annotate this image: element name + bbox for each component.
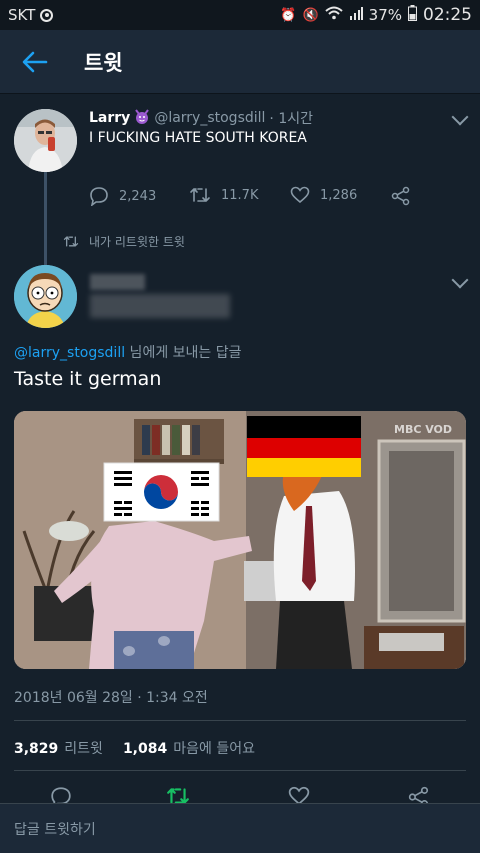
battery-icon bbox=[408, 5, 417, 25]
chevron-down-icon[interactable] bbox=[451, 271, 469, 289]
user-name[interactable]: Larry bbox=[89, 110, 130, 126]
back-button[interactable] bbox=[0, 30, 70, 94]
tweet-media[interactable]: MBC VOD bbox=[14, 411, 466, 669]
mute-icon: 🔇 bbox=[302, 7, 319, 23]
tweet-stats: 3,829 리트윗 1,084 마음에 들어요 bbox=[14, 738, 255, 758]
retweet-icon bbox=[63, 236, 79, 247]
notification-icon bbox=[40, 8, 54, 22]
user-handle[interactable]: @larry_stogsdill bbox=[154, 110, 265, 126]
tweet-time: · 1시간 bbox=[269, 111, 313, 127]
like-button[interactable]: 1,286 bbox=[290, 186, 357, 204]
retweet-button[interactable]: 11.7K bbox=[189, 186, 258, 204]
avatar[interactable] bbox=[14, 265, 77, 328]
carrier-label: SKT bbox=[8, 6, 36, 24]
heart-icon bbox=[290, 186, 310, 204]
tweet-actions: 2,243 11.7K 1,286 bbox=[89, 186, 429, 208]
tweet-text: Taste it german bbox=[14, 368, 162, 390]
back-arrow-icon bbox=[22, 51, 48, 72]
devil-emoji-icon bbox=[134, 108, 150, 128]
battery-level: 37% bbox=[368, 6, 402, 24]
like-total[interactable]: 1,084 bbox=[123, 741, 167, 757]
share-button[interactable] bbox=[391, 186, 411, 206]
retweet-label[interactable]: 리트윗 bbox=[64, 738, 103, 758]
divider bbox=[14, 770, 466, 771]
chevron-down-icon[interactable] bbox=[451, 108, 469, 126]
reply-placeholder[interactable]: 답글 트윗하기 bbox=[14, 819, 96, 839]
wifi-icon bbox=[324, 6, 343, 24]
reply-icon bbox=[90, 187, 108, 206]
reply-button[interactable]: 2,243 bbox=[89, 186, 156, 206]
retweeted-label: 내가 리트윗한 트윗 bbox=[89, 235, 185, 249]
alarm-icon: ⏰ bbox=[280, 7, 297, 23]
redacted-name bbox=[90, 274, 145, 290]
reply-count: 2,243 bbox=[119, 188, 157, 204]
status-bar: SKT ⏰ 🔇 37% 02:25 bbox=[0, 0, 480, 30]
thread-line bbox=[44, 172, 47, 268]
page-title: 트윗 bbox=[84, 50, 123, 75]
like-count: 1,286 bbox=[320, 187, 358, 203]
replying-suffix: 님에게 보내는 답글 bbox=[125, 345, 242, 361]
retweeted-indicator: 내가 리트윗한 트윗 bbox=[63, 233, 185, 250]
mention-link[interactable]: @larry_stogsdill bbox=[14, 345, 125, 361]
tweet-header: Larry @larry_stogsdill · 1시간 bbox=[89, 108, 313, 128]
retweet-icon bbox=[190, 188, 210, 202]
like-label[interactable]: 마음에 들어요 bbox=[173, 738, 255, 758]
divider bbox=[14, 720, 466, 721]
avatar[interactable] bbox=[14, 109, 77, 172]
replying-to: @larry_stogsdill 님에게 보내는 답글 bbox=[14, 342, 242, 362]
signal-icon bbox=[349, 6, 363, 24]
share-icon bbox=[391, 186, 410, 206]
tweet-timestamp: 2018년 06월 28일 · 1:34 오전 bbox=[14, 690, 208, 706]
retweet-total[interactable]: 3,829 bbox=[14, 741, 58, 757]
retweet-count: 11.7K bbox=[221, 187, 259, 203]
tweet-text: I FUCKING HATE SOUTH KOREA bbox=[89, 130, 307, 146]
clock: 02:25 bbox=[423, 5, 472, 25]
media-watermark: MBC VOD bbox=[394, 423, 452, 436]
redacted-handle bbox=[90, 294, 230, 318]
reply-composer[interactable]: 답글 트윗하기 bbox=[0, 803, 480, 853]
app-header: 트윗 bbox=[0, 30, 480, 94]
